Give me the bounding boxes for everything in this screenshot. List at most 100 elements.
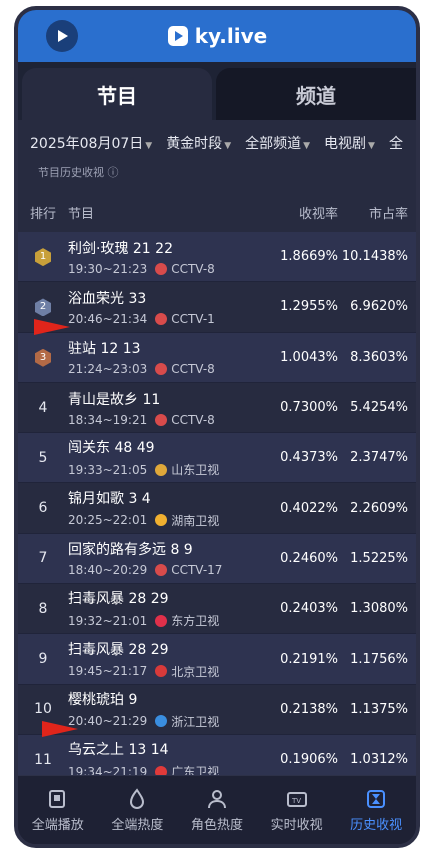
table-row[interactable]: 1 利剑·玫瑰 21 22 19:30~21:23 CCTV-8 1.8669% 10.1… (18, 232, 416, 283)
rating-value: 1.2955% (280, 299, 338, 315)
app-frame: ky.live 节目 频道 2025年08月07日 ▼ 黄金时段 ▼ 全部频道 ▼ 电… (14, 6, 420, 848)
channel-logo-icon (155, 262, 168, 275)
rating-value: 0.2460% (280, 550, 338, 566)
nav-realtime[interactable]: TV 实时收视 (271, 788, 323, 833)
program-meta: 18:34~19:21 CCTV-8 (68, 413, 278, 427)
top-bar: ky.live (18, 10, 416, 62)
airtime: 20:46~21:34 (68, 311, 148, 326)
rank-cell: 4 (38, 399, 48, 416)
header-rating[interactable]: 收视率 (278, 203, 338, 222)
rank-cell: 1 (18, 247, 68, 267)
program-title[interactable]: 乌云之上 13 14 (68, 739, 278, 759)
medal-icon: 2 (35, 298, 51, 317)
rank-cell: 9 (38, 651, 48, 668)
filter-date[interactable]: 2025年08月07日 ▼ (30, 133, 152, 153)
medal-icon: 1 (35, 248, 51, 267)
program-title[interactable]: 扫毒风暴 28 29 (68, 639, 278, 659)
rating-value: 0.2191% (280, 651, 338, 667)
play-icon (48, 789, 65, 808)
rank-cell: 10 (34, 701, 52, 718)
header-rank: 排行 (29, 206, 56, 222)
program-info: 驻站 12 13 21:24~23:03 CCTV-8 (68, 338, 278, 376)
header-share[interactable]: 市占率 (338, 203, 416, 222)
market-share-value: 1.3080% (350, 601, 408, 617)
filter-timeslot[interactable]: 黄金时段 ▼ (166, 133, 231, 153)
market-share-value: 1.5225% (350, 550, 408, 566)
program-title[interactable]: 浴血荣光 33 (68, 288, 278, 308)
program-title[interactable]: 锦月如歌 3 4 (68, 488, 278, 508)
market-share-value: 8.3603% (350, 349, 408, 365)
table-row[interactable]: 4 青山是故乡 11 18:34~19:21 CCTV-8 0.7300% 5.4254% (18, 382, 416, 434)
table-row[interactable]: 5 闯关东 48 49 19:33~21:05 山东卫视 0.4373% 2.3747% (18, 433, 416, 484)
program-info: 扫毒风暴 28 29 19:32~21:01 东方卫视 (68, 588, 278, 629)
red-arrow-annotation (34, 319, 70, 335)
filter-more[interactable]: 全 (389, 133, 403, 153)
program-meta: 18:40~20:29 CCTV-17 (68, 563, 278, 577)
app-logo-icon[interactable] (46, 20, 78, 52)
rating-value: 0.1906% (280, 752, 338, 768)
table-row[interactable]: 3 驻站 12 13 21:24~23:03 CCTV-8 1.0043% 8.3603% (18, 332, 416, 383)
channel-logo-icon (155, 665, 168, 678)
channel: CCTV-8 (155, 362, 215, 376)
filter-genre[interactable]: 电视剧 ▼ (324, 133, 375, 153)
rating-value: 0.4373% (280, 450, 338, 466)
program-title[interactable]: 驻站 12 13 (68, 338, 278, 358)
market-share-value: 10.1438% (341, 249, 408, 265)
tab-channel[interactable]: 频道 (216, 68, 416, 120)
rating-value: 0.2403% (280, 601, 338, 617)
program-info: 锦月如歌 3 4 20:25~22:01 湖南卫视 (68, 488, 278, 529)
rank-cell: 2 (18, 297, 68, 317)
table-row[interactable]: 6 锦月如歌 3 4 20:25~22:01 湖南卫视 0.4022% 2.2609% (18, 483, 416, 534)
table-row[interactable]: 8 扫毒风暴 28 29 19:32~21:01 东方卫视 0.2403% 1.3080% (18, 584, 416, 635)
program-title[interactable]: 闯关东 48 49 (68, 437, 278, 457)
channel: CCTV-1 (155, 312, 215, 326)
medal-icon: 3 (35, 348, 51, 367)
market-share-value: 6.9620% (350, 299, 408, 315)
rank-cell: 3 (18, 348, 68, 367)
table-row[interactable]: 9 扫毒风暴 28 29 19:45~21:17 北京卫视 0.2191% 1.1756% (18, 634, 416, 685)
program-title[interactable]: 回家的路有多远 8 9 (68, 539, 278, 559)
channel: 东方卫视 (155, 612, 219, 629)
program-title[interactable]: 利剑·玫瑰 21 22 (68, 238, 278, 258)
rank-cell: 11 (34, 751, 52, 768)
market-share-value: 2.2609% (350, 500, 408, 516)
program-info: 闯关东 48 49 19:33~21:05 山东卫视 (68, 437, 278, 478)
table-row[interactable]: 7 回家的路有多远 8 9 18:40~20:29 CCTV-17 0.2460% 1.5… (18, 533, 416, 585)
bottom-nav: 全端播放 全端热度 角色热度 TV 实时收视 历史收视 (18, 775, 416, 844)
rating-value: 1.0043% (280, 349, 338, 365)
brand-logo: ky.live (167, 24, 267, 48)
nav-role-heat[interactable]: 角色热度 (191, 788, 243, 833)
nav-history[interactable]: 历史收视 (350, 788, 402, 833)
history-label[interactable]: 节目历史收视 ⓘ (18, 166, 416, 192)
tab-program[interactable]: 节目 (22, 68, 212, 120)
airtime: 19:30~21:23 (68, 261, 148, 276)
brand-name: ky.live (194, 24, 268, 48)
nav-all-heat[interactable]: 全端热度 (111, 787, 163, 833)
rank-cell: 5 (38, 449, 48, 466)
nav-all-play[interactable]: 全端播放 (32, 788, 84, 833)
airtime: 18:34~19:21 (68, 412, 148, 427)
tv-icon: TV (286, 791, 307, 807)
ranking-table: 1 利剑·玫瑰 21 22 19:30~21:23 CCTV-8 1.8669% 10.1… (18, 232, 416, 786)
program-title[interactable]: 扫毒风暴 28 29 (68, 588, 278, 608)
rank-cell: 7 (38, 550, 48, 567)
rank-cell: 6 (38, 500, 48, 517)
person-icon (207, 789, 226, 808)
program-info: 浴血荣光 33 20:46~21:34 CCTV-1 (68, 288, 278, 326)
airtime: 21:24~23:03 (68, 362, 148, 377)
program-info: 乌云之上 13 14 19:34~21:19 广东卫视 (68, 739, 278, 780)
program-title[interactable]: 青山是故乡 11 (68, 389, 278, 409)
table-header: 排行 节目 收视率 市占率 (18, 192, 416, 232)
channel: CCTV-8 (155, 413, 215, 427)
program-meta: 19:33~21:05 山东卫视 (68, 461, 278, 478)
channel-logo-icon (155, 413, 168, 426)
header-program: 节目 (68, 206, 95, 222)
filter-bar: 2025年08月07日 ▼ 黄金时段 ▼ 全部频道 ▼ 电视剧 ▼ 全 (18, 120, 416, 166)
channel-logo-icon (155, 564, 168, 577)
filter-channel[interactable]: 全部频道 ▼ (245, 133, 310, 153)
channel-logo-icon (155, 463, 168, 476)
program-title[interactable]: 樱桃琥珀 9 (68, 689, 278, 709)
hourglass-icon (367, 789, 386, 808)
program-info: 樱桃琥珀 9 20:40~21:29 浙江卫视 (68, 689, 278, 730)
table-row[interactable]: 2 浴血荣光 33 20:46~21:34 CCTV-1 1.2955% 6.9620% (18, 282, 416, 333)
